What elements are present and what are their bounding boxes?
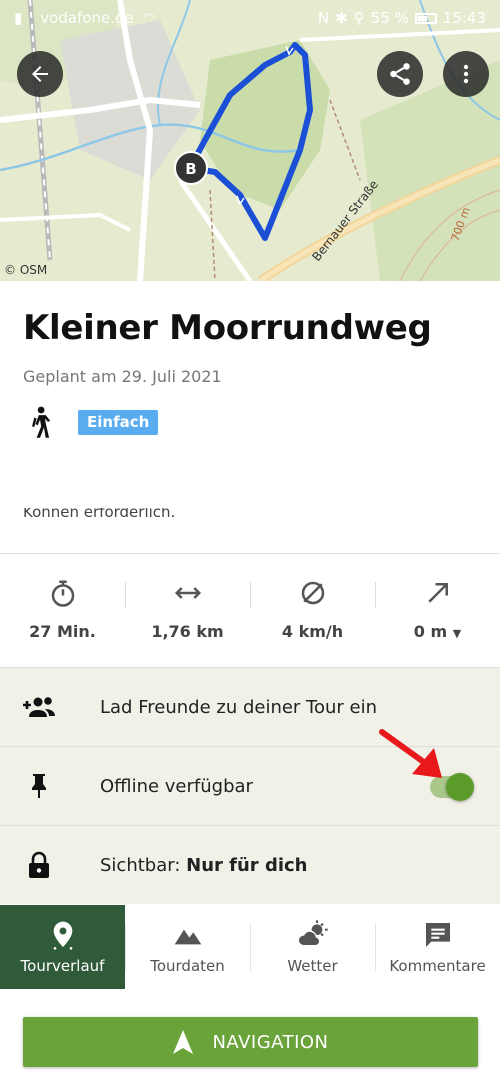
elevation-value: 0 m	[413, 622, 448, 641]
mountain-icon	[174, 929, 201, 945]
tour-stats: 27 Min. 1,76 km 4 km/h 0 m ▼	[0, 553, 500, 667]
annotation-arrow-icon	[379, 729, 442, 778]
dropdown-icon: ▼	[452, 627, 462, 640]
elevation-icon	[427, 583, 448, 603]
description-fragment[interactable]: Können erforderlich.	[23, 508, 175, 524]
planned-date: Geplant am 29. Juli 2021	[23, 367, 222, 386]
visibility-label: Sichtbar: Nur für dich	[100, 855, 308, 876]
tab-label: Tourverlauf	[20, 957, 105, 975]
route-end-marker[interactable]: B	[174, 151, 208, 185]
pin-icon	[32, 774, 46, 798]
stat-duration: 27 Min.	[0, 554, 125, 667]
map-tiles: Bernauer Straße 700 m B	[0, 0, 500, 281]
navigation-arrow-icon	[173, 1030, 194, 1054]
wifi-icon: ◠	[143, 10, 156, 26]
more-options-button[interactable]	[443, 51, 489, 97]
back-button[interactable]	[17, 51, 63, 97]
clock: 15:43	[442, 9, 486, 27]
tab-kommentare[interactable]: Kommentare	[375, 905, 500, 989]
stat-value: 4 km/h	[281, 622, 344, 641]
visibility-row[interactable]: Sichtbar: Nur für dich	[0, 825, 500, 904]
location-icon: ⚲	[353, 9, 365, 27]
comment-icon	[425, 923, 450, 947]
speed-icon	[301, 581, 324, 605]
offline-label: Offline verfügbar	[100, 775, 253, 797]
map-attribution[interactable]: © OSM	[4, 263, 47, 277]
arrow-left-icon	[32, 66, 48, 82]
status-bar: ▮ vodafone.de ◠ N ✱ ⚲ 55 % 15:43	[0, 0, 500, 36]
tour-options-list: Lad Freunde zu deiner Tour ein Offline v…	[0, 667, 500, 904]
difficulty-badge: Einfach	[78, 410, 159, 435]
tab-label: Tourdaten	[150, 957, 225, 975]
tab-label: Wetter	[287, 957, 338, 975]
battery-icon	[414, 12, 437, 24]
location-pin-icon	[53, 921, 72, 950]
visibility-value: Nur für dich	[186, 854, 308, 876]
navigation-button[interactable]: NAVIGATION	[23, 1017, 478, 1067]
carrier-name: vodafone.de	[40, 9, 134, 27]
tab-label: Kommentare	[389, 957, 486, 975]
tab-tourdaten[interactable]: Tourdaten	[125, 905, 250, 989]
lock-icon	[29, 851, 49, 878]
more-vert-icon	[463, 64, 469, 84]
add-people-icon	[23, 697, 55, 717]
signal-icon: ▮	[14, 9, 23, 27]
battery-level: 55 %	[370, 9, 409, 27]
stat-value: 27 Min.	[29, 622, 96, 641]
stat-distance: 1,76 km	[125, 554, 250, 667]
description-text: Können erforderlich.	[23, 508, 176, 521]
invite-friends-label: Lad Freunde zu deiner Tour ein	[100, 696, 378, 718]
visibility-prefix: Sichtbar:	[100, 854, 181, 876]
tab-wetter[interactable]: Wetter	[250, 905, 375, 989]
stopwatch-icon	[51, 580, 74, 607]
bluetooth-icon: ✱	[335, 9, 348, 27]
hiking-icon	[32, 406, 51, 438]
bottom-action-bar: NAVIGATION	[0, 989, 500, 1083]
stat-elevation[interactable]: 0 m ▼	[375, 554, 500, 667]
distance-icon	[174, 587, 201, 599]
tour-tabs: Tourverlauf Tourdaten Wetter Kommentare	[0, 905, 500, 999]
route-map[interactable]: Bernauer Straße 700 m B ▮ vodafone.de ◠ …	[0, 0, 500, 281]
share-button[interactable]	[377, 51, 423, 97]
stat-value: 1,76 km	[151, 622, 224, 641]
navigation-label: NAVIGATION	[212, 1031, 329, 1053]
share-icon	[390, 63, 410, 85]
tour-title: Kleiner Moorrundweg	[23, 308, 432, 348]
tour-detail-screen: Bernauer Straße 700 m B ▮ vodafone.de ◠ …	[0, 0, 500, 1083]
nfc-icon: N	[317, 9, 330, 27]
stat-speed: 4 km/h	[250, 554, 375, 667]
marker-label: B	[185, 160, 196, 178]
weather-icon	[297, 920, 328, 947]
tab-tourverlauf[interactable]: Tourverlauf	[0, 905, 125, 999]
stat-value: 0 m ▼	[414, 622, 461, 641]
